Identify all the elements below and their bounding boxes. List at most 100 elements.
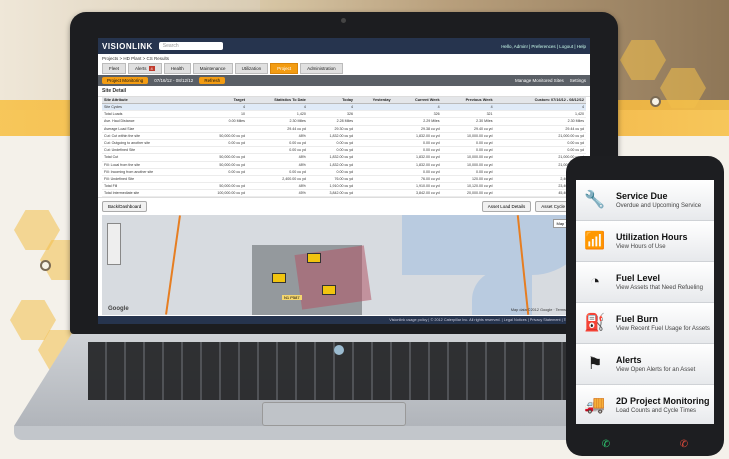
table-cell: 10,120.00 cu yd [441,182,495,191]
table-cell: 120.00 cu yd [441,175,495,184]
wrench-icon: 🔧 [584,190,606,209]
table-cell: Fill: Undefined Site [102,175,193,184]
table-cell: 4 [307,103,356,112]
tab-label: Health [170,66,184,71]
table-cell: 50,000.00 cu yd [192,132,247,140]
menu-subtitle: View Open Alerts for an Asset [616,367,696,373]
project-toolbar: Project Monitoring 07/16/12 - 08/12/12 R… [98,75,590,86]
main-tabs: Fleet Alerts 4 Health Maintenance Utiliza… [98,63,590,74]
site-map[interactable]: N1 P587 Map Type Google Map data ©2012 G… [102,215,586,316]
webcam-icon [341,18,346,23]
table-cell: 0.00 cu yd [192,168,247,176]
table-row[interactable]: Total Cut 50,000.00 cu yd 48% 1,832.00 cu y… [102,153,586,162]
footer-links[interactable]: Visionlink usage policy | © 2012 Caterpi… [389,318,586,322]
table-cell [192,146,247,155]
app-footer: Visionlink usage policy | © 2012 Caterpi… [98,316,590,324]
table-cell: 0.00 cu yd [392,168,442,176]
table-cell: 50,000.00 cu yd [192,182,247,191]
tab-label: Fleet [109,66,120,71]
table-cell [355,189,393,198]
fuel-pump-icon: ⛽ [584,313,606,332]
table-cell [355,182,393,191]
table-cell: 0.00 cu yd [307,168,356,176]
table-cell: 48% [246,132,308,140]
table-row[interactable]: Site Cycles 4 4 4 4 4 4 [102,103,586,112]
laptop-touchpad [262,402,406,426]
asset-load-details-button[interactable]: Asset Load Details [481,201,532,213]
table-cell: 4 [192,103,247,112]
truck-marker-icon[interactable] [307,253,321,264]
tab-utilization[interactable]: Utilization [234,63,269,74]
table-cell: Average Load Size [102,125,193,133]
table-row[interactable]: Total Fill 50,000.00 cu yd 48% 1,910.00 cu … [102,182,586,191]
table-row[interactable]: Fill: Local from the site 50,000.00 cu yd… [102,161,586,169]
phone-menu-item[interactable]: ⚑ Alerts View Open Alerts for an Asset [576,344,714,385]
table-cell [355,132,393,140]
menu-title: Fuel Level [616,273,661,283]
user-links[interactable]: Hello, Admin! | Preferences | Logout | H… [501,44,586,49]
table-cell: 48% [246,161,308,169]
table-row[interactable]: Average Load Size 29.44 cu yd 29.30 cu yd 2… [102,125,586,133]
back-dashboard-button[interactable]: Back/Dashboard [102,201,148,213]
tab-maintenance[interactable]: Maintenance [192,63,233,74]
table-row[interactable]: Cut: Outgoing to another site 0.00 cu yd 0… [102,139,586,148]
phone-menu-item[interactable]: 🚚 2D Project Monitoring Load Counts and Cy… [576,385,714,424]
call-end-icon[interactable]: ✆ [674,440,694,450]
power-button-icon [334,345,344,355]
menu-title: Alerts [616,355,642,365]
table-row[interactable]: Cut: Undefined Site 0.00 cu yd 0.00 cu yd 0… [102,146,586,155]
table-row[interactable]: Fill: Incoming from another site 0.00 cu … [102,168,586,176]
laptop-lid: VISIONLINK Search Hello, Admin! | Prefer… [70,12,618,334]
table-cell: Ave. Haul Distance [102,117,193,126]
site-tag: N1 P587 [282,295,302,301]
table-row[interactable]: Ave. Haul Distance 0.00 Miles 2.30 Miles 2.… [102,117,586,126]
table-row[interactable]: Total Intermediate site 100,000.00 cu yd 4… [102,189,586,198]
settings-link[interactable]: Settings [570,78,586,83]
tab-project[interactable]: Project [270,63,299,74]
table-cell: Fill: Local from the site [102,161,193,169]
table-row[interactable]: Fill: Undefined Site 2,400.00 cu yd 76.00 … [102,175,586,184]
truck-marker-icon[interactable] [272,273,286,284]
table-cell: 2.30 Miles [246,117,308,126]
manage-sites-link[interactable]: Manage Monitored Sites [515,78,564,83]
phone-menu-item[interactable]: 📶 Utilization Hours View Hours of Use [576,221,714,262]
phone-menu-item[interactable]: ◔ Fuel Level View Assets that Need Refueli… [576,262,714,303]
table-cell [192,125,247,133]
table-cell: 0.00 cu yd [494,139,586,148]
refresh-button[interactable]: Refresh [199,77,226,84]
table-cell: 0.00 cu yd [392,146,442,155]
tab-health[interactable]: Health [163,63,191,74]
table-cell: 0.00 Miles [192,117,247,126]
menu-text: Utilization Hours View Hours of Use [616,232,688,250]
table-cell: 48% [246,182,308,191]
table-cell: 0.00 cu yd [494,146,586,155]
tab-administration[interactable]: Administration [300,63,343,74]
menu-subtitle: Load Counts and Cycle Times [616,408,697,414]
section-title: Site Detail [98,86,590,97]
table-cell: Cut: Undefined Site [102,146,193,155]
menu-subtitle: Overdue and Upcoming Service [616,203,702,209]
table-cell: 48% [246,153,308,162]
menu-text: 2D Project Monitoring Load Counts and Cyc… [616,396,710,414]
map-zoom-control[interactable] [107,223,121,266]
table-cell: 10 [192,110,247,119]
tab-fleet[interactable]: Fleet [102,63,127,74]
menu-text: Fuel Burn View Recent Fuel Usage for Asse… [616,314,710,332]
search-input[interactable]: Search [158,42,223,50]
phone-menu-item[interactable]: ⛽ Fuel Burn View Recent Fuel Usage for Ass… [576,303,714,344]
phone-menu-item[interactable]: 🔧 Service Due Overdue and Upcoming Service [576,180,714,221]
table-cell: 1,910.00 cu yd [307,182,356,191]
table-cell: 0.00 cu yd [192,139,247,148]
breadcrumb[interactable]: Projects > HD Plant > CS Results [98,54,590,63]
table-row[interactable]: Total Loads 10 1,420 326 326 321 1,420 [102,110,586,119]
tab-alerts[interactable]: Alerts 4 [128,63,162,74]
table-cell: 4 [246,103,308,112]
table-cell: Total Intermediate site [102,189,193,198]
date-range-selector[interactable]: 07/16/12 - 08/12/12 [154,78,193,83]
table-cell: 3,842.00 cu yd [307,189,356,198]
call-accept-icon[interactable]: ✆ [596,440,616,450]
table-row[interactable]: Cut: Cut within the site 50,000.00 cu yd 4… [102,132,586,140]
project-monitoring-button[interactable]: Project Monitoring [102,77,149,84]
truck-marker-icon[interactable] [322,285,336,296]
table-cell: 0.00 cu yd [441,168,495,176]
